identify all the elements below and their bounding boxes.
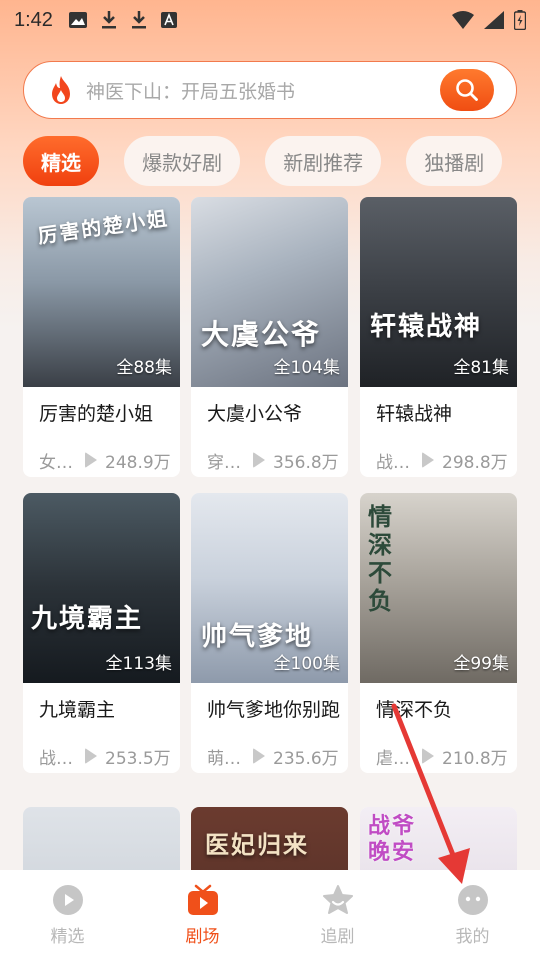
episode-count: 全88集 — [116, 358, 172, 378]
drama-title: 轩辕战神 — [376, 403, 453, 425]
drama-meta: 战… 298.8万 — [360, 431, 517, 477]
poster-title: 大虞公爷 — [201, 318, 322, 351]
tv-icon — [187, 884, 218, 915]
view-count: 253.5万 — [105, 748, 171, 769]
nav-label: 精选 — [50, 927, 85, 947]
drama-card[interactable]: 轩辕战神 全81集 轩辕战神 战… 298.8万 — [360, 197, 517, 477]
view-count: 298.8万 — [442, 452, 508, 473]
category-tabs: 精选 爆款好剧 新剧推荐 独播剧 — [23, 136, 540, 188]
search-placeholder: 神医下山：开局五张婚书 — [86, 80, 296, 103]
drama-card[interactable]: 医妃归来 — [191, 807, 348, 870]
episode-count: 全81集 — [453, 358, 509, 378]
genre-tag: 虐… — [376, 748, 410, 769]
poster-title: 帅气爹地 — [201, 622, 314, 652]
view-count: 210.8万 — [442, 748, 508, 769]
signal-icon — [484, 11, 504, 29]
genre-tag: 萌… — [207, 748, 241, 769]
view-count: 235.6万 — [273, 748, 339, 769]
play-count-icon — [85, 748, 97, 764]
episode-count: 全104集 — [273, 358, 340, 378]
drama-meta: 虐… 210.8万 — [360, 727, 517, 773]
bottom-navigation: 精选 剧场 追剧 我的 — [0, 870, 540, 960]
download-icon — [101, 11, 116, 29]
tab-exclusive[interactable]: 独播剧 — [406, 136, 503, 186]
gallery-icon — [68, 12, 87, 28]
play-count-icon — [85, 452, 97, 468]
poster-image: 轩辕战神 全81集 — [360, 197, 517, 387]
episode-count: 全100集 — [273, 654, 340, 674]
drama-card[interactable] — [23, 807, 180, 870]
nav-following[interactable]: 追剧 — [270, 870, 405, 960]
poster-title: 情深不负 — [368, 502, 394, 615]
poster-title: 医妃归来 — [205, 830, 309, 859]
search-button[interactable] — [440, 69, 494, 111]
drama-meta: 女… 248.9万 — [23, 431, 180, 477]
episode-count: 全113集 — [105, 654, 172, 674]
drama-title: 大虞小公爷 — [207, 403, 303, 425]
poster-title: 战爷晚安 — [368, 813, 417, 865]
status-bar: 1:42 — [0, 0, 540, 40]
play-circle-icon — [52, 885, 83, 915]
genre-tag: 女… — [39, 452, 73, 473]
nav-profile[interactable]: 我的 — [405, 870, 540, 960]
drama-card[interactable]: 战爷晚安 — [360, 807, 517, 870]
flame-icon — [52, 76, 70, 104]
nav-featured[interactable]: 精选 — [0, 870, 135, 960]
poster-image: 医妃归来 — [191, 807, 348, 870]
play-count-icon — [422, 452, 434, 468]
poster-image: 帅气爹地 全100集 — [191, 493, 348, 683]
wifi-icon — [452, 11, 474, 29]
genre-tag: 穿… — [207, 452, 241, 473]
search-icon — [456, 79, 478, 101]
poster-image — [23, 807, 180, 870]
nav-label: 我的 — [455, 927, 490, 947]
app-notification-icon — [160, 12, 177, 28]
view-count: 248.9万 — [105, 452, 171, 473]
poster-title: 九境霸主 — [31, 604, 144, 634]
view-count: 356.8万 — [273, 452, 339, 473]
drama-title: 厉害的楚小姐 — [39, 403, 154, 425]
play-count-icon — [253, 452, 265, 468]
search-bar[interactable]: 神医下山：开局五张婚书 — [23, 61, 517, 119]
episode-count: 全99集 — [453, 654, 509, 674]
drama-title: 帅气爹地你别跑 — [207, 699, 341, 721]
poster-title: 轩辕战神 — [370, 312, 483, 342]
poster-image: 情深不负 全99集 — [360, 493, 517, 683]
tab-new-dramas[interactable]: 新剧推荐 — [265, 136, 382, 186]
drama-grid: 厉害的楚小姐 全88集 厉害的楚小姐 女… 248.9万 大虞公爷 全104集 … — [23, 197, 517, 870]
drama-card[interactable]: 情深不负 全99集 情深不负 虐… 210.8万 — [360, 493, 517, 773]
play-count-icon — [422, 748, 434, 764]
tab-featured[interactable]: 精选 — [23, 136, 99, 186]
poster-image: 大虞公爷 全104集 — [191, 197, 348, 387]
drama-meta: 战… 253.5万 — [23, 727, 180, 773]
profile-face-icon — [457, 885, 488, 915]
poster-image: 战爷晚安 — [360, 807, 517, 870]
drama-card[interactable]: 大虞公爷 全104集 大虞小公爷 穿… 356.8万 — [191, 197, 348, 477]
poster-title: 厉害的楚小姐 — [36, 205, 171, 249]
drama-title: 情深不负 — [376, 699, 453, 721]
nav-theater[interactable]: 剧场 — [135, 870, 270, 960]
drama-card[interactable]: 帅气爹地 全100集 帅气爹地你别跑 萌… 235.6万 — [191, 493, 348, 773]
drama-title: 九境霸主 — [39, 699, 116, 721]
drama-meta: 萌… 235.6万 — [191, 727, 348, 773]
star-icon — [322, 885, 353, 914]
download-icon-2 — [131, 11, 146, 29]
drama-card[interactable]: 厉害的楚小姐 全88集 厉害的楚小姐 女… 248.9万 — [23, 197, 180, 477]
drama-card[interactable]: 九境霸主 全113集 九境霸主 战… 253.5万 — [23, 493, 180, 773]
nav-label: 剧场 — [185, 927, 220, 947]
play-count-icon — [253, 748, 265, 764]
poster-image: 厉害的楚小姐 全88集 — [23, 197, 180, 387]
tab-hit-dramas[interactable]: 爆款好剧 — [124, 136, 241, 186]
poster-image: 九境霸主 全113集 — [23, 493, 180, 683]
genre-tag: 战… — [376, 452, 410, 473]
nav-label: 追剧 — [320, 927, 355, 947]
status-time: 1:42 — [14, 8, 53, 31]
genre-tag: 战… — [39, 748, 73, 769]
drama-meta: 穿… 356.8万 — [191, 431, 348, 477]
battery-icon — [514, 10, 526, 30]
